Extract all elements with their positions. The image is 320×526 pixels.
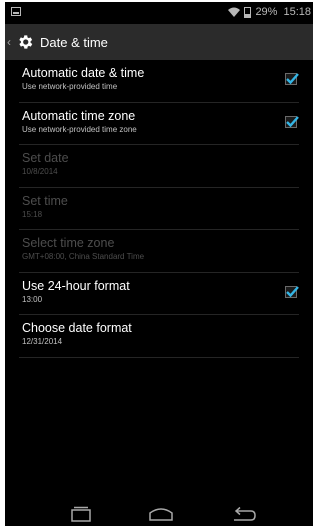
checkmark-icon	[286, 285, 299, 297]
clock: 15:18	[283, 6, 311, 18]
setting-summary: 13:00	[22, 294, 43, 304]
navigation-bar	[5, 502, 313, 526]
battery-percent: 29%	[255, 6, 278, 18]
status-indicators: 29% 15:18	[228, 6, 311, 18]
setting-title: Select time zone	[22, 236, 115, 250]
checkmark-icon	[286, 115, 299, 127]
setting-summary: 12/31/2014	[22, 337, 63, 346]
back-icon[interactable]	[231, 506, 257, 522]
setting-title: Set date	[22, 151, 69, 165]
status-bar: 29% 15:18	[5, 2, 313, 24]
recent-apps-icon[interactable]	[69, 506, 93, 522]
setting-title: Set time	[22, 193, 68, 208]
up-caret-icon[interactable]: ‹	[7, 35, 13, 49]
checkbox[interactable]	[285, 73, 299, 85]
gear-icon[interactable]	[16, 33, 34, 51]
setting-set-date: Set date 10/8/2014	[19, 145, 299, 188]
setting-set-time: Set time 15:18	[19, 188, 299, 230]
checkmark-icon	[286, 73, 299, 85]
checkbox[interactable]	[285, 285, 299, 298]
setting-title: Automatic time zone	[22, 108, 136, 123]
page-title: Date & time	[40, 34, 108, 50]
setting-summary: 15:18	[22, 209, 43, 219]
battery-icon	[244, 6, 252, 18]
notification-icon	[11, 7, 21, 16]
setting-title: Use 24-hour format	[22, 278, 130, 293]
setting-choose-date-format[interactable]: Choose date format 12/31/2014	[19, 315, 299, 358]
wifi-icon	[228, 7, 241, 17]
settings-list: Automatic date & time Use network-provide…	[5, 60, 313, 358]
setting-select-time-zone: Select time zone GMT+08:00, China Standar…	[19, 230, 299, 273]
device-screen: 29% 15:18 ‹ Date & time Automatic date &…	[5, 2, 313, 526]
setting-automatic-time-zone[interactable]: Automatic time zone Use network-provided …	[19, 103, 299, 145]
setting-summary: GMT+08:00, China Standard Time	[22, 252, 145, 261]
setting-summary: Use network-provided time zone	[22, 124, 137, 134]
home-icon[interactable]	[148, 506, 174, 522]
checkbox[interactable]	[285, 115, 299, 128]
setting-title: Choose date format	[22, 321, 132, 335]
setting-use-24-hour-format[interactable]: Use 24-hour format 13:00	[19, 273, 299, 315]
action-bar[interactable]: ‹ Date & time	[5, 24, 313, 60]
setting-summary: 10/8/2014	[22, 167, 58, 176]
setting-automatic-date-time[interactable]: Automatic date & time Use network-provide…	[19, 60, 299, 103]
setting-title: Automatic date & time	[22, 66, 145, 80]
setting-summary: Use network-provided time	[22, 82, 118, 91]
